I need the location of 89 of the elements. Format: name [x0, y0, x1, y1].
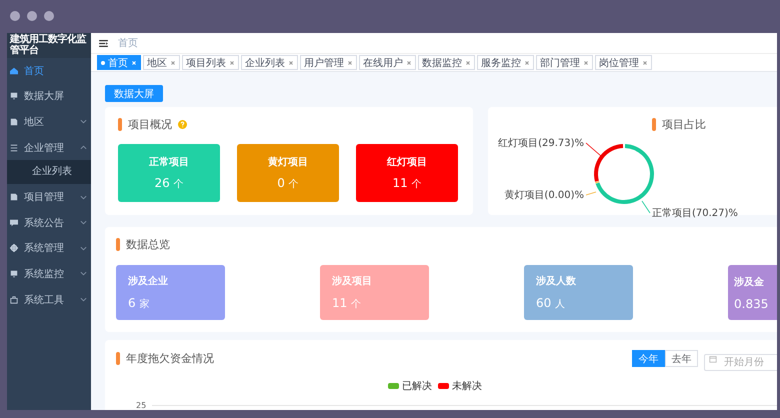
tab[interactable]: 地区: [143, 55, 180, 70]
leader-line: [586, 192, 596, 196]
period-button[interactable]: 去年: [665, 350, 698, 367]
close-icon[interactable]: [406, 60, 412, 66]
tab[interactable]: 在线用户: [359, 55, 416, 70]
sidebar-item-label: 系统监控: [24, 268, 65, 281]
stat-label: 正常项目: [149, 156, 189, 169]
calendar-icon: [709, 354, 717, 362]
stat-value: 11 个: [332, 296, 362, 311]
section-title: 项目概况: [128, 117, 172, 132]
app-title: 建筑用工数字化监管平台: [7, 33, 91, 58]
tab[interactable]: 用户管理: [300, 55, 357, 70]
sidebar-item[interactable]: 系统管理: [7, 236, 91, 262]
list-icon: [10, 144, 18, 152]
tab[interactable]: 部门管理: [536, 55, 593, 70]
document-icon: [10, 118, 18, 126]
tab[interactable]: 岗位管理: [595, 55, 652, 70]
window-dot: [27, 11, 37, 21]
sidebar-item-label: 地区: [24, 116, 45, 129]
section-title: 数据总览: [126, 237, 170, 252]
window-dot: [44, 11, 54, 21]
title-marker: [116, 238, 120, 251]
close-icon[interactable]: [288, 60, 294, 66]
legend-label: 未解决: [452, 380, 482, 393]
chat-icon: [10, 218, 18, 227]
stat-label: 涉及项目: [332, 274, 373, 288]
menu-icon[interactable]: [99, 40, 108, 46]
sidebar-subitem[interactable]: 企业列表: [7, 160, 91, 184]
title-marker: [652, 118, 656, 131]
sidebar-item[interactable]: 系统监控: [7, 261, 91, 287]
home-icon: [10, 66, 18, 75]
stat-label: 涉及人数: [536, 274, 577, 288]
axis-tick-label: 25: [136, 401, 146, 410]
legend-label: 已解决: [402, 380, 432, 393]
close-icon[interactable]: [465, 60, 471, 66]
tab[interactable]: 服务监控: [477, 55, 534, 70]
period-button[interactable]: 今年: [632, 350, 665, 367]
monitor-icon: [10, 270, 18, 278]
tab[interactable]: 项目列表: [182, 55, 239, 70]
stat-label: 涉及企业: [128, 274, 169, 288]
sidebar-item-label: 数据大屏: [24, 90, 65, 104]
sidebar-item-label: 首页: [24, 64, 45, 78]
stat-value: 60 人: [536, 296, 566, 311]
title-marker: [118, 118, 122, 131]
stat-label: 红灯项目: [387, 156, 427, 169]
stat-value: 6 家: [128, 296, 150, 311]
section-title: 项目占比: [662, 117, 706, 132]
monitor-icon: [10, 92, 18, 100]
data-screen-button[interactable]: 数据大屏: [105, 85, 163, 102]
gear-icon: [10, 244, 18, 252]
stat-value: 0.835: [734, 296, 770, 310]
stat-value: 26 个: [154, 176, 184, 191]
stat-value: 0 个: [277, 176, 299, 191]
stat-value: 11 个: [392, 176, 422, 191]
title-marker: [116, 352, 120, 365]
stat-label: 涉及金: [734, 276, 765, 288]
close-icon[interactable]: [347, 60, 353, 66]
tab[interactable]: 首页: [97, 55, 141, 70]
toolbox-icon: [10, 296, 18, 304]
help-icon[interactable]: [178, 120, 187, 129]
leader-line: [586, 142, 602, 156]
tab[interactable]: 数据监控: [418, 55, 475, 70]
close-icon[interactable]: [229, 60, 235, 66]
window-dot: [10, 11, 20, 21]
month-picker[interactable]: 开始月份: [704, 354, 777, 371]
sidebar-item[interactable]: 系统工具: [7, 286, 91, 312]
close-icon[interactable]: [642, 60, 648, 66]
section-title: 年度拖欠资金情况: [126, 351, 214, 366]
stat-label: 黄灯项目: [268, 156, 308, 169]
document-icon: [10, 193, 18, 202]
slice-label: 黄灯项目(0.00)%: [504, 190, 584, 201]
sidebar-item-label: 系统管理: [24, 242, 65, 256]
sidebar-item[interactable]: 数据大屏: [7, 84, 91, 110]
sidebar-item[interactable]: 首页: [7, 58, 91, 84]
close-icon[interactable]: [583, 60, 589, 66]
sidebar-item[interactable]: 企业管理: [7, 134, 91, 160]
sidebar-item-label: 系统工具: [24, 294, 65, 307]
sidebar-item[interactable]: 项目管理: [7, 184, 91, 210]
sidebar-item-label: 系统公告: [24, 216, 65, 230]
sidebar-item-label: 项目管理: [24, 191, 65, 204]
tab[interactable]: 企业列表: [241, 55, 298, 70]
sidebar-item[interactable]: 系统公告: [7, 210, 91, 236]
sidebar-item-label: 企业管理: [24, 142, 65, 155]
sidebar-item[interactable]: 地区: [7, 109, 91, 135]
close-icon[interactable]: [170, 60, 176, 66]
leader-line: [642, 200, 650, 214]
slice-label: 正常项目(70.27)%: [652, 208, 738, 219]
slice-label: 红灯项目(29.73)%: [498, 138, 584, 149]
close-icon[interactable]: [524, 60, 530, 66]
